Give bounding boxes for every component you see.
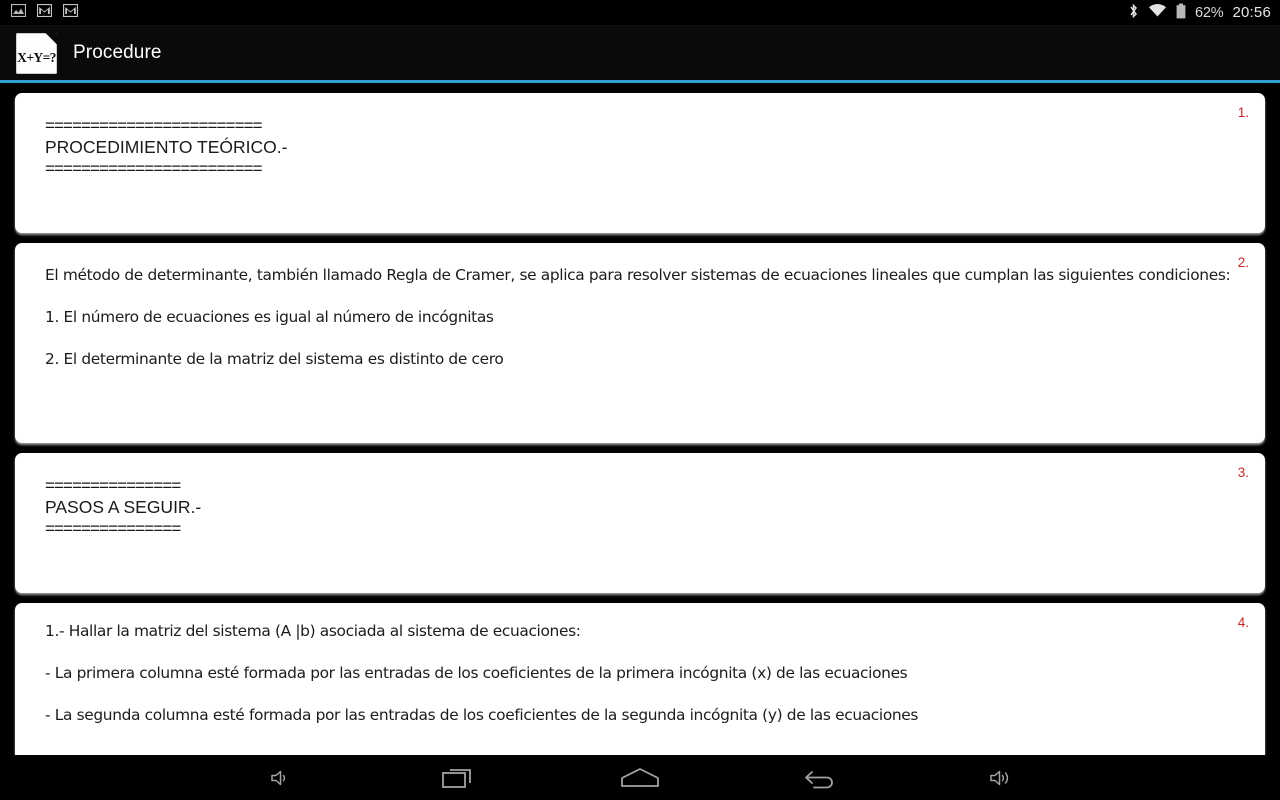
document-equation-icon[interactable]: X+Y=? xyxy=(16,32,57,74)
screenshot-icon xyxy=(10,3,27,22)
procedure-card[interactable]: 4. 1.- Hallar la matriz del sistema (A |… xyxy=(15,603,1265,755)
rule-line-top: =============== xyxy=(45,476,181,495)
bluetooth-icon xyxy=(1128,3,1139,23)
page-fold-cut xyxy=(45,32,57,45)
status-bar-system-icons: 62% 20:56 xyxy=(1128,3,1280,23)
rule-line-bottom: ======================== xyxy=(45,159,263,178)
status-bar: 62% 20:56 xyxy=(0,0,1280,26)
procedure-card-list[interactable]: 1. ======================== PROCEDIMIENT… xyxy=(0,83,1280,755)
gmail-icon-1 xyxy=(36,3,53,22)
card-paragraph: - La primera columna esté formada por la… xyxy=(45,664,908,682)
rule-line-top: ======================== xyxy=(45,116,263,135)
procedure-card[interactable]: 2. El método de determinante, también ll… xyxy=(15,243,1265,443)
app-icon-text: X+Y=? xyxy=(17,50,56,65)
back-icon[interactable] xyxy=(730,755,910,800)
wifi-icon xyxy=(1148,3,1167,22)
app-bar: X+Y=? Procedure xyxy=(0,26,1280,80)
card-heading-text: PASOS A SEGUIR.- xyxy=(45,497,202,517)
card-paragraph: El método de determinante, también llama… xyxy=(45,266,1231,284)
card-index-label: 4. xyxy=(1237,615,1249,630)
card-paragraph: 1. El número de ecuaciones es igual al n… xyxy=(45,308,494,326)
home-icon[interactable] xyxy=(550,755,730,800)
clock-label: 20:56 xyxy=(1232,4,1271,21)
volume-up-icon[interactable] xyxy=(910,755,1090,800)
card-index-label: 1. xyxy=(1237,105,1249,120)
card-index-label: 2. xyxy=(1237,255,1249,270)
volume-down-icon[interactable] xyxy=(190,755,370,800)
status-bar-notification-icons xyxy=(0,3,79,22)
card-paragraph: 2. El determinante de la matriz del sist… xyxy=(45,350,504,368)
rule-line-bottom: =============== xyxy=(45,519,181,538)
procedure-card[interactable]: 1. ======================== PROCEDIMIENT… xyxy=(15,93,1265,233)
battery-icon xyxy=(1176,3,1186,23)
card-index-label: 3. xyxy=(1237,465,1249,480)
card-paragraph: - La segunda columna esté formada por la… xyxy=(45,706,919,724)
card-heading-text: PROCEDIMIENTO TEÓRICO.- xyxy=(45,137,288,157)
procedure-card[interactable]: 3. =============== PASOS A SEGUIR.- ====… xyxy=(15,453,1265,593)
gmail-icon-2 xyxy=(62,3,79,22)
card-paragraph: 1.- Hallar la matriz del sistema (A |b) … xyxy=(45,622,581,640)
page-title: Procedure xyxy=(73,42,162,63)
recent-apps-icon[interactable] xyxy=(370,755,550,800)
navigation-bar xyxy=(0,755,1280,800)
battery-percent-label: 62% xyxy=(1195,4,1224,21)
